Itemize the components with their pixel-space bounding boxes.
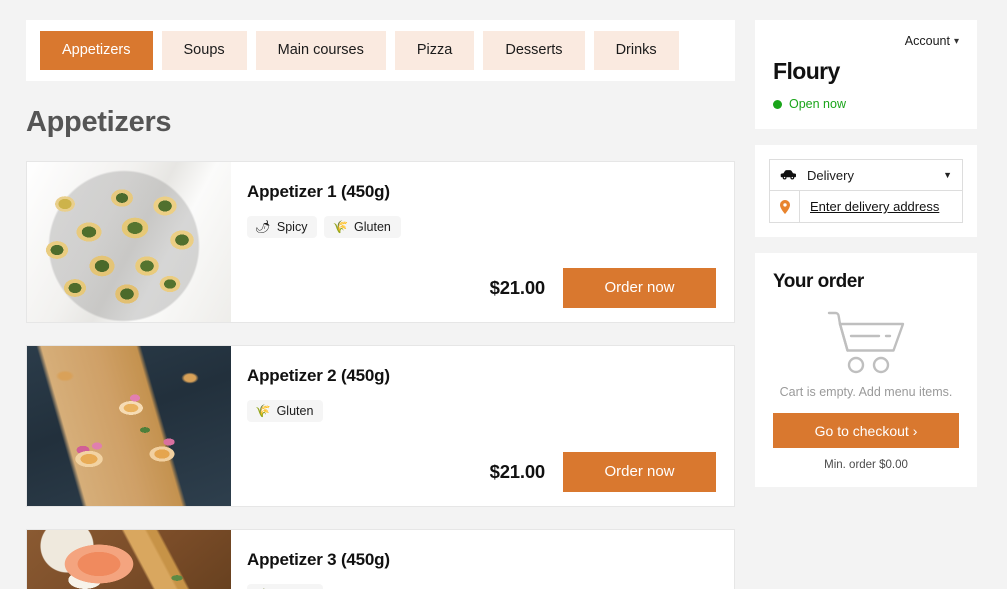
account-menu[interactable]: Account ▾ xyxy=(773,34,959,48)
menu-item-card[interactable]: Appetizer 1 (450g) 🌶 Spicy 🌾 Gluten $21.… xyxy=(26,160,735,323)
delivery-mode-select[interactable]: Delivery ▼ xyxy=(769,159,963,191)
tab-drinks[interactable]: Drinks xyxy=(593,31,679,70)
shopping-cart-icon xyxy=(827,311,905,374)
order-now-button[interactable]: Order now xyxy=(563,267,716,308)
caret-down-icon: ▼ xyxy=(943,170,952,180)
menu-item-photo xyxy=(27,529,231,589)
menu-item-price: $21.00 xyxy=(489,460,546,482)
order-now-button[interactable]: Order now xyxy=(563,451,716,492)
menu-item-title: Appetizer 2 (450g) xyxy=(247,365,390,385)
account-label: Account xyxy=(904,34,950,48)
go-to-checkout-button[interactable]: Go to checkout › xyxy=(773,413,959,448)
delivery-mode-label: Delivery xyxy=(807,167,854,183)
chevron-down-icon: ▾ xyxy=(953,35,959,47)
restaurant-name: Floury xyxy=(773,58,840,84)
status-badge: Open now xyxy=(773,97,959,111)
tag-spicy: 🌶 Spicy xyxy=(247,215,318,238)
tag-label: Gluten xyxy=(354,219,391,234)
tab-soups[interactable]: Soups xyxy=(161,31,247,70)
tag-gluten: 🌾 Gluten xyxy=(247,583,324,589)
delivery-address-row[interactable]: Enter delivery address xyxy=(769,191,963,223)
menu-item-body: Appetizer 3 (450g) 🌾 Gluten $21.00 Order… xyxy=(231,530,734,589)
order-panel: Your order Cart is empty. Add menu items… xyxy=(755,253,977,487)
menu-item-title: Appetizer 3 (450g) xyxy=(247,549,390,569)
page-root: Appetizers Soups Main courses Pizza Dess… xyxy=(0,0,1007,589)
map-pin-icon xyxy=(770,191,800,222)
status-dot-icon xyxy=(773,99,782,109)
menu-item-price: $21.00 xyxy=(489,276,546,298)
category-tabs: Appetizers Soups Main courses Pizza Dess… xyxy=(26,20,735,81)
menu-column: Appetizers Soups Main courses Pizza Dess… xyxy=(0,0,735,589)
chili-pepper-icon: 🌶 xyxy=(255,219,271,234)
menu-item-card[interactable]: Appetizer 2 (450g) 🌾 Gluten $21.00 Order… xyxy=(26,344,735,507)
wheat-icon: 🌾 xyxy=(332,219,349,234)
tab-pizza[interactable]: Pizza xyxy=(394,31,475,70)
tab-main-courses[interactable]: Main courses xyxy=(255,31,386,70)
menu-item-title: Appetizer 1 (450g) xyxy=(247,181,390,201)
delivery-panel: Delivery ▼ Enter delivery address xyxy=(755,145,977,237)
tag-label: Gluten xyxy=(276,403,314,418)
delivery-address-input[interactable]: Enter delivery address xyxy=(800,191,962,222)
car-icon xyxy=(780,168,797,183)
tab-appetizers[interactable]: Appetizers xyxy=(40,31,153,70)
menu-item-body: Appetizer 2 (450g) 🌾 Gluten $21.00 Order… xyxy=(231,346,734,506)
restaurant-panel: Account ▾ Floury Open now xyxy=(755,20,977,129)
menu-item-body: Appetizer 1 (450g) 🌶 Spicy 🌾 Gluten $21.… xyxy=(231,162,734,322)
menu-item-photo xyxy=(27,161,231,322)
menu-item-footer: $21.00 Order now xyxy=(247,451,716,492)
cart-empty-message: Cart is empty. Add menu items. xyxy=(779,385,953,399)
menu-item-card[interactable]: Appetizer 3 (450g) 🌾 Gluten $21.00 Order… xyxy=(26,528,735,589)
order-panel-title: Your order xyxy=(773,271,864,292)
tab-desserts[interactable]: Desserts xyxy=(483,31,585,70)
menu-item-tags: 🌾 Gluten xyxy=(247,583,716,589)
status-label: Open now xyxy=(789,97,846,111)
wheat-icon: 🌾 xyxy=(255,403,271,418)
sidebar: Account ▾ Floury Open now Delivery ▼ Ent… xyxy=(755,0,977,589)
min-order-label: Min. order $0.00 xyxy=(824,459,908,471)
page-title: Appetizers xyxy=(26,105,172,138)
menu-item-photo xyxy=(27,345,231,506)
tag-gluten: 🌾 Gluten xyxy=(324,215,401,238)
tag-gluten: 🌾 Gluten xyxy=(247,399,324,422)
menu-item-footer: $21.00 Order now xyxy=(247,267,716,308)
menu-item-tags: 🌾 Gluten xyxy=(247,399,716,422)
tag-label: Spicy xyxy=(276,219,308,234)
menu-item-tags: 🌶 Spicy 🌾 Gluten xyxy=(247,215,716,238)
cart-illustration xyxy=(773,309,959,375)
